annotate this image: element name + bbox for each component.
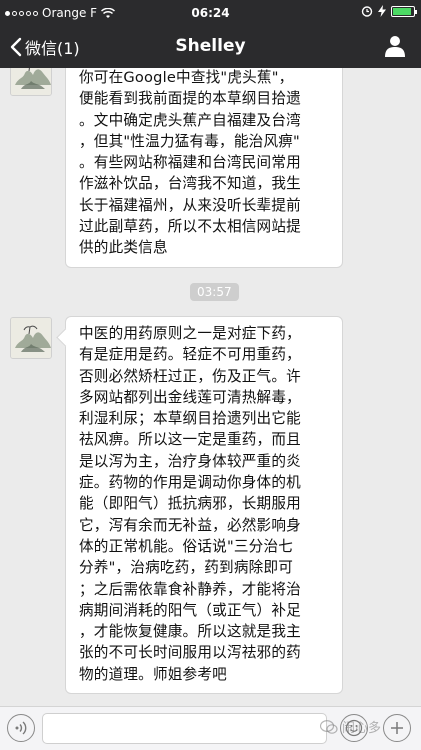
voice-icon bbox=[15, 721, 27, 735]
message-bubble: 中医的用药原则之一是对症下药， 有是症用是药。轻症不可用重药， 否则必然矫枉过正… bbox=[65, 316, 343, 695]
charging-icon bbox=[378, 5, 386, 17]
timestamp-label: 03:57 bbox=[190, 283, 239, 301]
profile-button[interactable] bbox=[385, 35, 405, 61]
landscape-painting-icon bbox=[11, 68, 51, 95]
avatar[interactable] bbox=[10, 317, 52, 359]
wechat-logo-icon bbox=[319, 719, 338, 734]
message-input[interactable] bbox=[42, 713, 327, 744]
person-icon bbox=[385, 36, 405, 57]
status-time: 06:24 bbox=[191, 6, 230, 20]
watermark-text: 闹心多 bbox=[341, 721, 381, 736]
battery-icon bbox=[391, 5, 417, 17]
chat-title: Shelley bbox=[175, 36, 246, 56]
voice-button[interactable] bbox=[7, 714, 35, 742]
avatar[interactable] bbox=[10, 68, 52, 96]
alarm-icon bbox=[361, 6, 373, 17]
plus-icon bbox=[391, 722, 403, 734]
more-options-button[interactable] bbox=[383, 714, 411, 742]
nav-bar: 微信(1) Shelley bbox=[0, 26, 421, 68]
watermark: 闹心多 bbox=[319, 717, 381, 736]
status-right bbox=[361, 5, 417, 17]
battery-fill bbox=[393, 7, 411, 15]
chat-area[interactable]: 你可在Google中查找"虎头蕉"， 便能看到我前面提的本草纲目拾遗 。文中确定… bbox=[0, 68, 421, 706]
landscape-painting-icon bbox=[11, 318, 51, 358]
message-bubble: 你可在Google中查找"虎头蕉"， 便能看到我前面提的本草纲目拾遗 。文中确定… bbox=[65, 68, 343, 268]
status-bar: Orange F 06:24 bbox=[0, 0, 421, 26]
